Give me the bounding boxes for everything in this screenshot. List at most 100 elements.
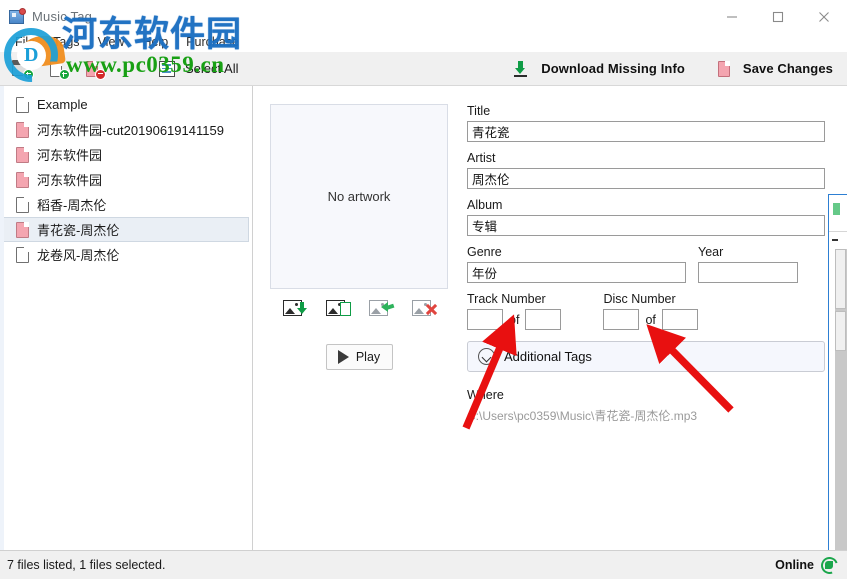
file-name: 稻香-周杰伦 xyxy=(37,198,107,213)
save-file-icon xyxy=(715,59,737,79)
artwork-column: No artwork Play xyxy=(253,104,453,550)
add-file-icon xyxy=(47,59,70,80)
track-number-group: Track Number of xyxy=(467,292,562,330)
file-name: 青花瓷-周杰伦 xyxy=(37,223,120,238)
menu-item-tags[interactable]: Tags xyxy=(44,33,88,52)
select-all-label: Select All xyxy=(185,61,239,76)
remove-file-button[interactable] xyxy=(77,55,111,83)
additional-tags-label: Additional Tags xyxy=(504,349,592,364)
genre-year-row: Genre 年份 Year xyxy=(467,245,825,292)
connection-status-label: Online xyxy=(775,558,814,572)
chevron-down-icon xyxy=(478,348,495,365)
menu-item-help[interactable]: Help xyxy=(133,33,177,52)
list-item[interactable]: 龙卷风-周杰伦 xyxy=(3,242,249,267)
artwork-delete-icon[interactable] xyxy=(411,299,437,319)
list-item[interactable]: 河东软件园 xyxy=(3,167,249,192)
file-pink-icon xyxy=(16,171,29,188)
title-input[interactable]: 青花瓷 xyxy=(467,121,825,142)
file-count-status: 7 files listed, 1 files selected. xyxy=(7,558,166,572)
close-button[interactable] xyxy=(801,1,847,33)
artwork-download-icon[interactable] xyxy=(282,299,307,319)
title-field-group: Title 青花瓷 xyxy=(467,104,825,142)
artwork-revert-icon[interactable] xyxy=(368,299,394,319)
disc-of-label: of xyxy=(645,312,656,327)
tag-editor-pane: No artwork Play Title 青花瓷 Artist 周杰伦 Alb… xyxy=(253,86,847,550)
list-item-selected[interactable]: 青花瓷-周杰伦 xyxy=(3,217,249,242)
file-pink-icon xyxy=(16,221,29,238)
disc-total-input[interactable] xyxy=(661,309,698,330)
artwork-actions xyxy=(282,299,437,319)
save-changes-label: Save Changes xyxy=(742,61,833,76)
no-artwork-label: No artwork xyxy=(327,189,391,204)
where-path: C:\Users\pc0359\Music\青花瓷-周杰伦.mp3 xyxy=(467,409,698,423)
album-input[interactable]: 专辑 xyxy=(467,215,825,236)
artwork-paste-icon[interactable] xyxy=(325,299,351,319)
select-all-button[interactable]: Select All xyxy=(151,55,244,83)
track-number-label: Track Number xyxy=(467,292,546,306)
file-name: 河东软件园 xyxy=(37,173,103,188)
track-number-input[interactable] xyxy=(467,309,503,330)
file-name: Example xyxy=(37,97,88,112)
genre-label: Genre xyxy=(467,245,502,259)
where-label: Where xyxy=(467,388,504,402)
add-file-button[interactable] xyxy=(41,55,75,83)
file-list[interactable]: Example 河东软件园-cut20190619141159 河东软件园 河东… xyxy=(0,86,252,267)
album-label: Album xyxy=(467,198,503,212)
list-item[interactable]: 河东软件园-cut20190619141159 xyxy=(3,117,249,142)
play-button[interactable]: Play xyxy=(325,344,393,370)
main-body: Example 河东软件园-cut20190619141159 河东软件园 河东… xyxy=(0,86,847,550)
year-label: Year xyxy=(698,245,724,259)
remove-file-icon xyxy=(83,59,106,80)
download-missing-info-label: Download Missing Info xyxy=(541,61,685,76)
track-disc-row: Track Number of Disc Number of xyxy=(467,292,825,330)
file-name: 河东软件园-cut20190619141159 xyxy=(37,123,224,138)
additional-tags-expander[interactable]: Additional Tags xyxy=(467,341,825,372)
play-icon xyxy=(337,350,349,364)
menu-item-file[interactable]: File xyxy=(6,33,44,52)
menu-item-view[interactable]: View xyxy=(89,33,134,52)
toolbar: Select All Download Missing Info Save Ch… xyxy=(0,52,847,86)
list-item[interactable]: 河东软件园 xyxy=(3,142,249,167)
save-changes-button[interactable]: Save Changes xyxy=(709,55,839,83)
file-white-icon xyxy=(16,96,29,113)
genre-field-group: Genre 年份 xyxy=(467,245,686,283)
track-total-input[interactable] xyxy=(525,309,562,330)
disc-number-label: Disc Number xyxy=(603,292,676,306)
disc-number-input[interactable] xyxy=(603,309,640,330)
artist-field-group: Artist 周杰伦 xyxy=(467,151,825,189)
artist-input[interactable]: 周杰伦 xyxy=(467,168,825,189)
add-folder-button[interactable] xyxy=(5,55,39,83)
disc-number-group: Disc Number of xyxy=(603,292,698,330)
file-pink-icon xyxy=(16,146,29,163)
play-label: Play xyxy=(355,350,381,364)
status-bar: 7 files listed, 1 files selected. Online xyxy=(0,550,847,579)
file-name: 河东软件园 xyxy=(37,148,103,163)
maximize-button[interactable] xyxy=(755,1,801,33)
file-white-icon xyxy=(16,246,29,263)
genre-input[interactable]: 年份 xyxy=(467,262,686,283)
music-tag-window: Music Tag File Tags View Help Purchase S… xyxy=(0,0,847,579)
tag-form: Title 青花瓷 Artist 周杰伦 Album 专辑 Genre 年份 Y… xyxy=(453,104,847,550)
online-status-icon xyxy=(818,553,841,577)
title-bar: Music Tag xyxy=(0,0,847,33)
menu-item-purchase[interactable]: Purchase xyxy=(177,33,248,52)
background-window-sliver[interactable] xyxy=(828,194,847,550)
select-all-icon xyxy=(157,59,179,79)
menu-bar: File Tags View Help Purchase xyxy=(0,33,847,52)
year-input[interactable] xyxy=(698,262,798,283)
minimize-button[interactable] xyxy=(709,1,755,33)
list-item[interactable]: 稻香-周杰伦 xyxy=(3,192,249,217)
album-field-group: Album 专辑 xyxy=(467,198,825,236)
pane-edge xyxy=(0,86,4,550)
file-name: 龙卷风-周杰伦 xyxy=(37,248,120,263)
year-field-group: Year xyxy=(698,245,798,283)
artist-label: Artist xyxy=(467,151,496,165)
download-icon xyxy=(513,59,535,79)
download-missing-info-button[interactable]: Download Missing Info xyxy=(507,55,691,83)
artwork-preview[interactable]: No artwork xyxy=(270,104,448,289)
file-pink-icon xyxy=(16,121,29,138)
add-folder-icon xyxy=(11,59,34,80)
list-item[interactable]: Example xyxy=(3,92,249,117)
app-icon xyxy=(9,7,26,25)
file-list-pane: Example 河东软件园-cut20190619141159 河东软件园 河东… xyxy=(0,86,253,550)
